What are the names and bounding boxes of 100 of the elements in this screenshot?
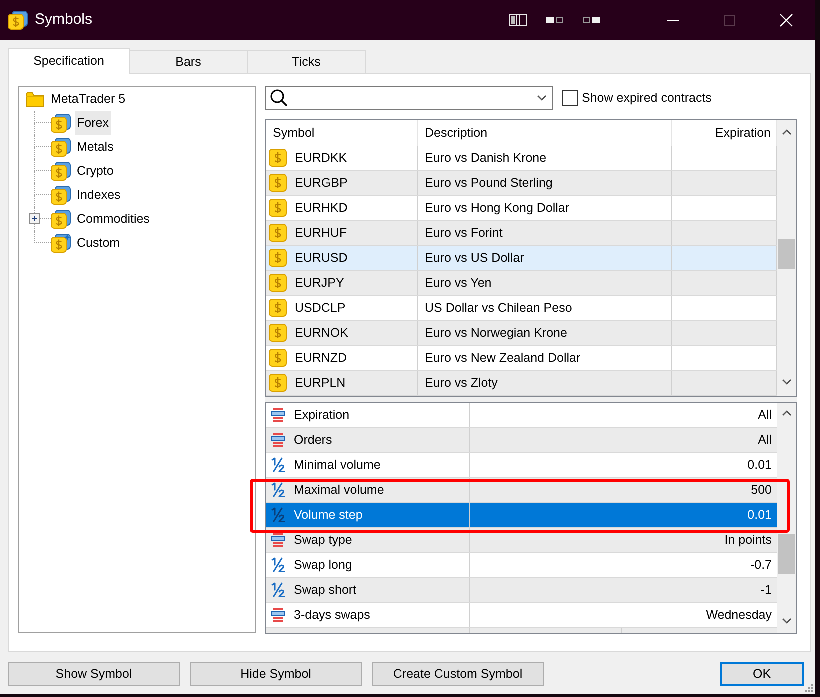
checkbox[interactable]	[562, 90, 578, 106]
table-cell-text: US Dollar vs Chilean Peso	[425, 300, 572, 317]
fraction-icon	[270, 582, 286, 598]
table-cell-text: Euro vs Forint	[425, 225, 503, 242]
scrollbar-thumb[interactable]	[778, 239, 795, 269]
table-cell-text: EURNOK	[295, 325, 348, 342]
tree-item[interactable]: Indexes	[75, 183, 123, 207]
table-row[interactable]: EURUSD Euro vs US Dollar	[266, 246, 777, 271]
property-row[interactable]: Expiration All	[266, 403, 777, 428]
property-name: Expiration	[294, 407, 350, 424]
property-value: -0.7	[750, 557, 772, 574]
scrollbar-track[interactable]	[777, 403, 796, 633]
table-row[interactable]: EURPLN Euro vs Zloty	[266, 371, 777, 396]
search-icon	[270, 89, 288, 107]
property-row[interactable]: Orders All	[266, 428, 777, 453]
tab[interactable]: Bars	[130, 50, 248, 73]
table-row[interactable]: USDCLP US Dollar vs Chilean Peso	[266, 296, 777, 321]
table-cell-text: Euro vs Zloty	[425, 375, 498, 392]
dollar-icon	[269, 349, 287, 367]
list-icon	[270, 433, 286, 447]
property-name: Swap type	[294, 532, 352, 549]
table-cell-text: EURDKK	[295, 150, 348, 167]
table-cell-text: EURHKD	[295, 200, 348, 217]
property-row[interactable]: Minimal volume 0.01	[266, 453, 777, 478]
dollar-icon	[269, 274, 287, 292]
dollar-stack-icon	[51, 114, 71, 132]
layout-icon[interactable]	[546, 14, 564, 26]
fraction-icon	[270, 482, 286, 498]
list-icon	[270, 608, 286, 622]
dollar-icon	[269, 249, 287, 267]
property-name: Swap short	[294, 582, 357, 599]
layout-icon[interactable]	[508, 14, 526, 26]
dollar-stack-icon	[51, 162, 71, 180]
property-row[interactable]: Volume step 0.01	[266, 503, 777, 528]
dollar-icon	[269, 174, 287, 192]
property-value: In points	[724, 532, 772, 549]
table-cell-text: Euro vs Hong Kong Dollar	[425, 200, 570, 217]
table-row[interactable]: EURDKK Euro vs Danish Krone	[266, 146, 777, 171]
table-cell-text: EURPLN	[295, 375, 346, 392]
property-name: Minimal volume	[294, 457, 381, 474]
dollar-icon	[269, 374, 287, 392]
tab[interactable]: Ticks	[248, 50, 366, 73]
button[interactable]: Show Symbol	[8, 662, 180, 686]
layout-icon[interactable]	[582, 14, 600, 26]
button[interactable]: Hide Symbol	[190, 662, 362, 686]
property-row[interactable]: Swap long -0.7	[266, 553, 777, 578]
tree-item[interactable]: Crypto	[75, 159, 116, 183]
table-cell-text: EURHUF	[295, 225, 348, 242]
tree-item[interactable]: Metals	[75, 135, 116, 159]
fraction-icon	[270, 557, 286, 573]
search-field[interactable]	[265, 86, 553, 110]
property-row[interactable]: 3-days swaps Wednesday	[266, 603, 777, 628]
folder-icon	[26, 92, 44, 106]
checkbox-label[interactable]: Show expired contracts	[582, 88, 712, 108]
tree-item[interactable]: Custom	[75, 231, 122, 255]
property-name: 3-days swaps	[294, 607, 370, 624]
scrollbar-track[interactable]	[777, 120, 796, 396]
chevron-up-icon[interactable]	[782, 128, 792, 136]
chevron-down-icon[interactable]	[782, 379, 792, 385]
table-row[interactable]: EURJPY Euro vs Yen	[266, 271, 777, 296]
dollar-icon	[269, 224, 287, 242]
app-icon	[8, 10, 28, 30]
table-row[interactable]: EURHUF Euro vs Forint	[266, 221, 777, 246]
fraction-icon	[270, 457, 286, 473]
table-row[interactable]: EURNOK Euro vs Norwegian Krone	[266, 321, 777, 346]
table-row[interactable]: EURGBP Euro vs Pound Sterling	[266, 171, 777, 196]
tab[interactable]: Specification	[8, 48, 130, 74]
tree-item[interactable]: Forex	[75, 111, 111, 135]
button[interactable]: Create Custom Symbol	[372, 662, 544, 686]
dollar-stack-icon	[51, 210, 71, 228]
property-value: Wednesday	[706, 607, 772, 624]
table-cell-text: Euro vs Norwegian Krone	[425, 325, 568, 342]
dollar-icon	[269, 299, 287, 317]
table-cell-text: EURGBP	[295, 175, 348, 192]
tree-item[interactable]: Commodities	[75, 207, 152, 231]
chevron-down-icon[interactable]	[782, 618, 792, 624]
expand-icon[interactable]	[29, 213, 40, 224]
property-row[interactable]: Swap short -1	[266, 578, 777, 603]
close-icon[interactable]	[780, 14, 793, 26]
table-cell-text: EURJPY	[295, 275, 344, 292]
chevron-up-icon[interactable]	[782, 410, 792, 416]
list-icon	[270, 408, 286, 422]
table-cell-text: Euro vs New Zealand Dollar	[425, 350, 581, 367]
table-cell-text: EURNZD	[295, 350, 348, 367]
table-cell-text: Euro vs US Dollar	[425, 250, 524, 267]
dollar-stack-icon	[51, 138, 71, 156]
table-row[interactable]: EURNZD Euro vs New Zealand Dollar	[266, 346, 777, 371]
table-cell-text: Euro vs Pound Sterling	[425, 175, 553, 192]
table-cell-text: Euro vs Danish Krone	[425, 150, 547, 167]
tree-item[interactable]: MetaTrader 5	[51, 87, 126, 111]
property-value: 500	[751, 482, 772, 499]
property-value: All	[758, 407, 772, 424]
dollar-icon	[269, 149, 287, 167]
scrollbar-thumb[interactable]	[778, 534, 795, 574]
table-row[interactable]: EURHKD Euro vs Hong Kong Dollar	[266, 196, 777, 221]
dollar-stack-icon	[51, 186, 71, 204]
table-cell-text: Euro vs Yen	[425, 275, 492, 292]
property-value: All	[758, 432, 772, 449]
button[interactable]: OK	[720, 662, 804, 686]
resize-grip-icon[interactable]	[805, 684, 813, 692]
